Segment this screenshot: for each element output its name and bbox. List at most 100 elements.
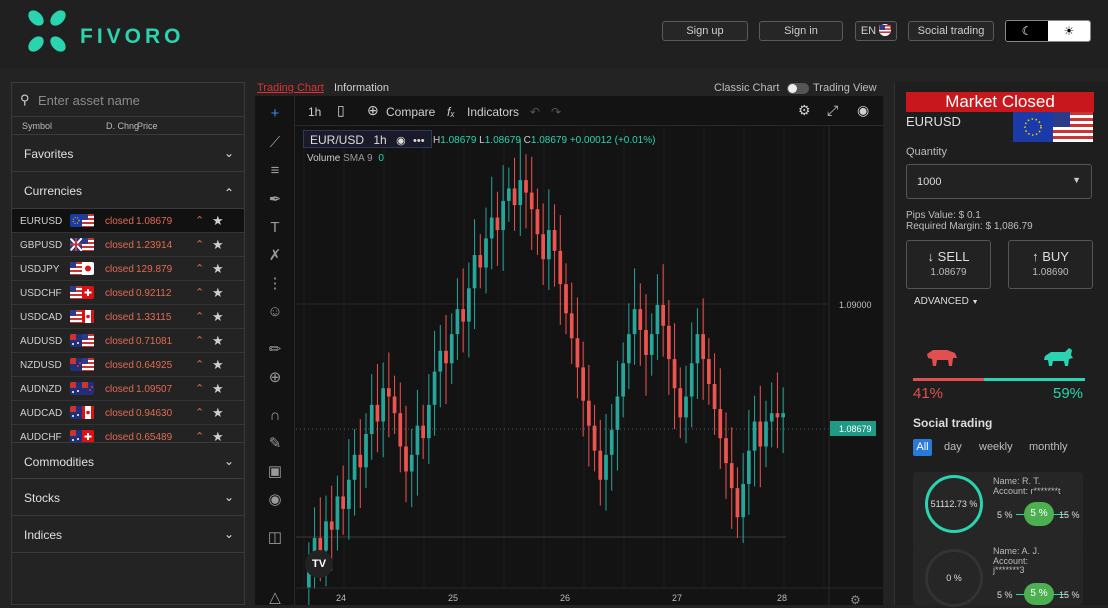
star-icon[interactable]: ★: [212, 261, 224, 277]
section-commodities[interactable]: Commodities ⌄: [12, 442, 244, 479]
star-icon[interactable]: ★: [212, 237, 224, 253]
lock-icon[interactable]: ▣: [265, 462, 285, 482]
section-indices[interactable]: Indices ⌄: [12, 516, 244, 553]
zoom-in-icon[interactable]: ⊕: [265, 368, 285, 388]
ruler-icon[interactable]: ✏: [265, 340, 285, 360]
asset-row-audchf[interactable]: AUDCHF closed 0.65489 ⌃ ★: [12, 425, 244, 442]
candle-body: [718, 409, 723, 439]
low-value: 1.08679: [484, 135, 521, 146]
star-icon[interactable]: ★: [212, 381, 224, 397]
advanced-toggle[interactable]: ADVANCED ▼: [914, 296, 979, 307]
fib-lines-icon[interactable]: ≡: [265, 161, 285, 181]
trade-symbol: EURUSD: [906, 114, 961, 129]
star-icon[interactable]: ★: [212, 333, 224, 349]
social-trading-button[interactable]: Social trading: [908, 21, 994, 41]
pattern-tool-icon[interactable]: ✗: [265, 246, 285, 266]
layers-icon[interactable]: △: [265, 588, 285, 608]
buy-price: 1.08690: [1032, 267, 1069, 278]
indicators-fx-icon[interactable]: fₓ: [447, 105, 455, 119]
candle-body: [575, 338, 580, 368]
text-tool-icon[interactable]: T: [265, 218, 285, 238]
indicators-button[interactable]: Indicators: [467, 105, 519, 119]
pencil-lock-icon[interactable]: ✎: [265, 434, 285, 454]
undo-icon[interactable]: ↶: [530, 105, 540, 119]
section-stocks[interactable]: Stocks ⌄: [12, 479, 244, 516]
language-selector[interactable]: EN: [855, 21, 897, 41]
moon-icon[interactable]: ☾: [1006, 21, 1048, 41]
asset-row-eurusd[interactable]: EURUSD closed 1.08679 ⌃ ★: [12, 209, 244, 233]
emoji-icon[interactable]: ☺: [265, 302, 285, 322]
tab-trading-chart[interactable]: Trading Chart: [257, 82, 324, 94]
asset-row-usdjpy[interactable]: USDJPY closed 129.879 ⌃ ★: [12, 257, 244, 281]
classic-chart-label[interactable]: Classic Chart: [714, 82, 779, 94]
section-favorites[interactable]: Favorites ⌄: [12, 135, 244, 172]
measure-lines-icon[interactable]: ⋮: [265, 274, 285, 294]
trend-line-icon[interactable]: ⟋: [265, 133, 285, 153]
sign-in-button[interactable]: Sign in: [759, 21, 843, 41]
trash-icon[interactable]: ◫: [265, 528, 285, 548]
trading-view-label[interactable]: Trading View: [813, 82, 877, 94]
star-icon[interactable]: ★: [212, 285, 224, 301]
candle-body: [392, 396, 397, 414]
time-settings-gear-icon[interactable]: ⚙: [850, 593, 861, 605]
section-label: Indices: [24, 528, 63, 542]
period-tab-monthly[interactable]: monthly: [1029, 441, 1068, 453]
quantity-select[interactable]: 1000 ▼: [906, 164, 1092, 199]
magnet-icon[interactable]: ∩: [265, 406, 285, 426]
compare-plus-icon[interactable]: ⊕: [367, 102, 379, 119]
redo-icon[interactable]: ↷: [551, 105, 561, 119]
fullscreen-icon[interactable]: ⤢: [827, 102, 838, 119]
tradingview-logo-icon[interactable]: TV: [305, 550, 333, 578]
asset-row-audcad[interactable]: AUDCAD closed 0.94630 ⌃ ★: [12, 401, 244, 425]
asset-row-usdcad[interactable]: USDCAD closed 1.33115 ⌃ ★: [12, 305, 244, 329]
candle-style-icon[interactable]: ▯: [337, 102, 345, 119]
crosshair-icon[interactable]: +: [265, 104, 285, 124]
eye-icon[interactable]: ◉: [265, 490, 285, 510]
asset-row-usdchf[interactable]: USDCHF closed 0.92112 ⌃ ★: [12, 281, 244, 305]
asset-row-gbpusd[interactable]: GBPUSD closed 1.23914 ⌃ ★: [12, 233, 244, 257]
x-tick-label: 24: [336, 593, 346, 603]
trader-card[interactable]: 0 % Name: A. J. Account: j*******3 5 % 5…: [913, 544, 1083, 607]
chevron-up-icon: ⌃: [195, 239, 205, 251]
star-icon[interactable]: ★: [212, 429, 224, 442]
sun-icon[interactable]: ☀: [1048, 21, 1090, 41]
brand-logo[interactable]: FIVORO: [22, 6, 212, 58]
fivoro-logo-icon: [28, 10, 66, 52]
brush-icon[interactable]: ✒: [265, 190, 285, 210]
star-icon[interactable]: ★: [212, 213, 224, 229]
sell-button[interactable]: ↓ SELL 1.08679: [906, 240, 991, 289]
more-icon[interactable]: •••: [413, 135, 425, 147]
asset-status: closed: [105, 408, 134, 419]
period-tab-all[interactable]: All: [913, 439, 932, 456]
chart-mode-toggle[interactable]: [787, 83, 809, 94]
asset-row-audnzd[interactable]: AUDNZD closed 1.09507 ⌃ ★: [12, 377, 244, 401]
section-currencies[interactable]: Currencies ⌃: [12, 172, 244, 209]
candle-body: [547, 230, 551, 260]
trader-card[interactable]: 51112.73 % Name: R. T. Account: r*******…: [913, 472, 1083, 547]
eye-icon[interactable]: ◉: [396, 135, 406, 147]
sign-up-button[interactable]: Sign up: [662, 21, 748, 41]
volume-legend: Volume SMA 9 0: [307, 153, 384, 164]
star-icon[interactable]: ★: [212, 405, 224, 421]
interval-button[interactable]: 1h: [308, 105, 321, 119]
period-tab-weekly[interactable]: weekly: [979, 441, 1013, 453]
candlestick-chart[interactable]: 1.09000 1.08679 24 25 26 27 28 ⚙: [296, 126, 883, 605]
camera-icon[interactable]: ◉: [857, 102, 869, 119]
candle-body: [781, 413, 785, 418]
asset-row-audusd[interactable]: AUDUSD closed 0.71081 ⌃ ★: [12, 329, 244, 353]
symbol-legend[interactable]: EUR/USD 1h ◉ •••: [303, 130, 432, 148]
theme-toggle[interactable]: ☾ ☀: [1005, 20, 1091, 42]
star-icon[interactable]: ★: [212, 309, 224, 325]
candle-body: [478, 255, 483, 268]
buy-button[interactable]: ↑ BUY 1.08690: [1008, 240, 1093, 289]
tab-information[interactable]: Information: [334, 82, 389, 94]
asset-search-input[interactable]: [38, 89, 238, 111]
settings-gear-icon[interactable]: ⚙: [798, 102, 811, 119]
candle-body: [335, 496, 340, 530]
compare-button[interactable]: Compare: [386, 105, 435, 119]
candle-body: [764, 421, 768, 447]
period-tab-day[interactable]: day: [944, 441, 962, 453]
asset-row-nzdusd[interactable]: NZDUSD closed 0.64925 ⌃ ★: [12, 353, 244, 377]
star-icon[interactable]: ★: [212, 357, 224, 373]
candle-body: [524, 180, 528, 193]
